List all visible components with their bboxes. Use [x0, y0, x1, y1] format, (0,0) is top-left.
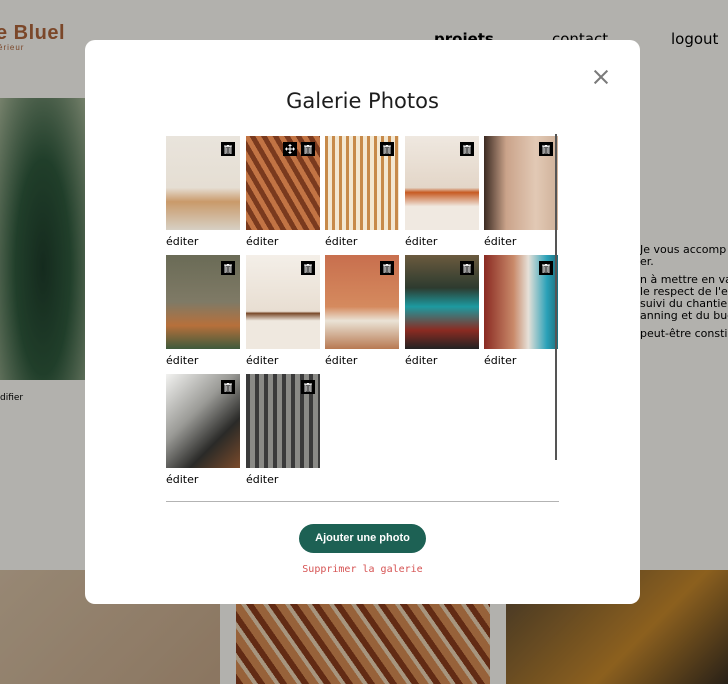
- trash-icon[interactable]: [380, 142, 394, 156]
- gallery-item: éditer: [325, 255, 399, 368]
- edit-link[interactable]: éditer: [405, 354, 479, 368]
- gallery-thumbnail[interactable]: [484, 255, 558, 349]
- edit-link[interactable]: éditer: [246, 235, 320, 249]
- trash-icon[interactable]: [221, 142, 235, 156]
- trash-icon[interactable]: [460, 142, 474, 156]
- gallery-thumbnail[interactable]: [484, 136, 558, 230]
- trash-icon[interactable]: [380, 261, 394, 275]
- gallery-thumbnail[interactable]: [325, 136, 399, 230]
- trash-icon[interactable]: [301, 380, 315, 394]
- trash-icon[interactable]: [539, 142, 553, 156]
- trash-icon[interactable]: [539, 261, 553, 275]
- edit-link[interactable]: éditer: [405, 235, 479, 249]
- edit-link[interactable]: éditer: [325, 235, 399, 249]
- trash-icon[interactable]: [460, 261, 474, 275]
- gallery-thumbnail[interactable]: [405, 255, 479, 349]
- add-photo-button[interactable]: Ajouter une photo: [299, 524, 426, 553]
- gallery-item: éditer: [166, 255, 240, 368]
- gallery-item: éditer: [484, 136, 558, 249]
- gallery-item: éditer: [405, 136, 479, 249]
- edit-link[interactable]: éditer: [484, 235, 558, 249]
- gallery-thumbnail[interactable]: [166, 255, 240, 349]
- gallery-item: éditer: [246, 374, 320, 486]
- gallery-thumbnail[interactable]: [246, 136, 320, 230]
- gallery-item: éditer: [166, 374, 240, 486]
- gallery-thumbnail[interactable]: [405, 136, 479, 230]
- gallery-thumbnail[interactable]: [166, 136, 240, 230]
- close-icon[interactable]: [591, 66, 611, 88]
- gallery-item: éditer: [166, 136, 240, 249]
- edit-link[interactable]: éditer: [166, 235, 240, 249]
- gallery-item: éditer: [325, 136, 399, 249]
- edit-link[interactable]: éditer: [246, 354, 320, 368]
- edit-link[interactable]: éditer: [166, 473, 240, 486]
- divider: [166, 501, 559, 502]
- gallery-modal: Galerie Photos éditer éditer éditer éditer é…: [85, 40, 640, 604]
- edit-link[interactable]: éditer: [325, 354, 399, 368]
- edit-link[interactable]: éditer: [484, 354, 558, 368]
- gallery-item: éditer: [405, 255, 479, 368]
- gallery-scrollbar[interactable]: [555, 134, 557, 460]
- gallery-thumbnail[interactable]: [325, 255, 399, 349]
- edit-link[interactable]: éditer: [246, 473, 320, 486]
- gallery-thumbnail[interactable]: [246, 255, 320, 349]
- gallery-item: éditer: [484, 255, 558, 368]
- trash-icon[interactable]: [301, 142, 315, 156]
- modal-title: Galerie Photos: [286, 89, 439, 113]
- gallery-thumbnail[interactable]: [246, 374, 320, 468]
- trash-icon[interactable]: [221, 261, 235, 275]
- move-arrows-icon[interactable]: [283, 142, 297, 156]
- photo-gallery: éditer éditer éditer éditer éditer éditer édit…: [166, 136, 559, 486]
- trash-icon[interactable]: [301, 261, 315, 275]
- gallery-item: éditer: [246, 255, 320, 368]
- edit-link[interactable]: éditer: [166, 354, 240, 368]
- delete-gallery-link[interactable]: Supprimer la galerie: [85, 564, 640, 575]
- trash-icon[interactable]: [221, 380, 235, 394]
- gallery-thumbnail[interactable]: [166, 374, 240, 468]
- gallery-item: éditer: [246, 136, 320, 249]
